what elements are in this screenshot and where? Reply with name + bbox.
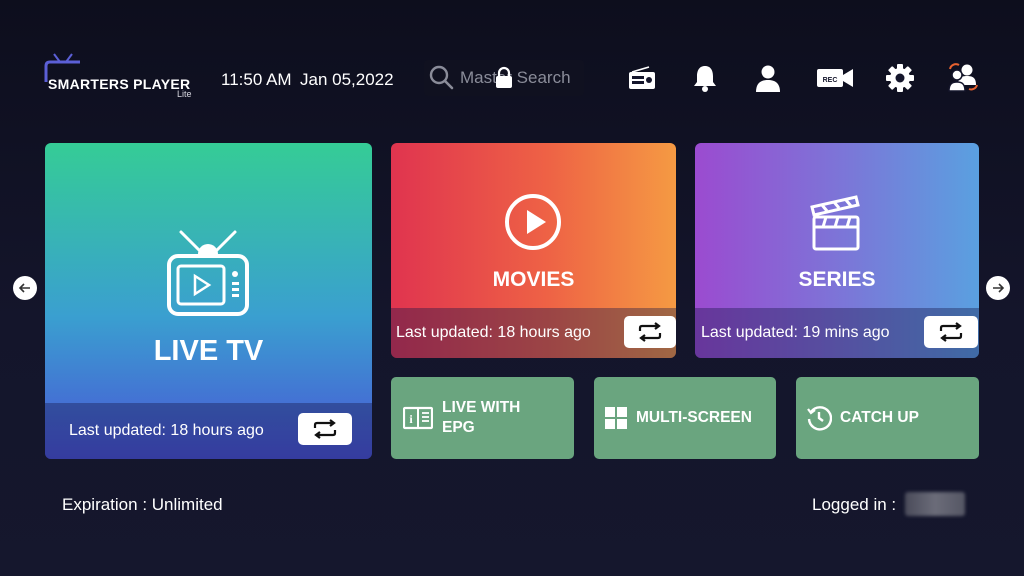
app-logo: SMARTERS PLAYER Lite [40,52,205,100]
series-last-updated: Last updated: 19 mins ago [701,324,890,341]
movies-refresh-button[interactable] [624,316,676,348]
live-with-epg-button[interactable]: i LIVE WITH EPG [391,377,574,459]
scroll-left-button[interactable] [13,276,37,300]
movies-footer: Last updated: 18 hours ago [391,308,676,358]
expiration-status: Expiration : Unlimited [62,495,223,514]
epg-label-line1: LIVE WITH [442,399,521,416]
multi-screen-button[interactable]: MULTI-SCREEN [594,377,776,459]
catch-up-label: CATCH UP [840,409,919,426]
movies-last-updated: Last updated: 18 hours ago [396,324,591,341]
refresh-icon [638,322,662,342]
settings-button[interactable] [884,62,916,94]
switch-user-icon [948,63,978,92]
clapperboard-icon [810,195,860,251]
live-tv-refresh-button[interactable] [298,413,352,445]
tv-icon [167,230,249,316]
recordings-button[interactable]: REC [815,62,855,94]
record-icon: REC [817,69,853,87]
series-title: SERIES [798,268,876,291]
epg-label-line2: EPG [442,419,475,436]
account-button[interactable] [752,62,784,94]
radio-icon [629,66,655,89]
series-refresh-button[interactable] [924,316,978,348]
epg-book-icon: i [403,406,433,430]
clock-time: 11:50 AM [221,70,292,89]
gear-icon [886,64,914,92]
svg-text:i: i [409,412,413,426]
refresh-icon [313,419,337,439]
user-icon [756,65,780,92]
history-clock-icon [807,406,832,431]
svg-text:REC: REC [823,77,838,84]
clock-date: Jan 05,2022 [300,70,394,89]
search-label: Master Search [460,68,571,87]
search-icon [429,65,454,90]
switch-user-button[interactable] [947,62,979,94]
movies-title: MOVIES [492,268,575,291]
radio-button[interactable] [626,62,658,94]
movies-card[interactable]: MOVIES Last updated: 18 hours ago [391,143,676,358]
scroll-right-button[interactable] [986,276,1010,300]
live-tv-card[interactable]: LIVE TV Last updated: 18 hours ago [45,143,372,459]
catch-up-button[interactable]: CATCH UP [796,377,979,459]
arrow-left-icon [18,283,30,293]
master-search-button[interactable]: Master Search [424,60,584,96]
username-redacted [905,492,965,516]
live-tv-footer: Last updated: 18 hours ago [45,403,372,459]
series-footer: Last updated: 19 mins ago [695,308,979,358]
series-card[interactable]: SERIES Last updated: 19 mins ago [695,143,979,358]
arrow-right-icon [993,283,1005,293]
live-tv-title: LIVE TV [153,335,264,367]
grid-icon [605,407,627,429]
bell-icon [694,66,716,92]
live-tv-last-updated: Last updated: 18 hours ago [69,422,264,439]
logged-in-label: Logged in : [812,495,897,514]
multi-screen-label: MULTI-SCREEN [636,409,752,426]
logo-title: SMARTERS PLAYER [48,76,191,92]
notifications-button[interactable] [689,62,721,94]
logo-subtitle: Lite [177,89,192,99]
lock-icon [496,66,512,88]
play-icon [505,194,561,250]
refresh-icon [939,322,963,342]
